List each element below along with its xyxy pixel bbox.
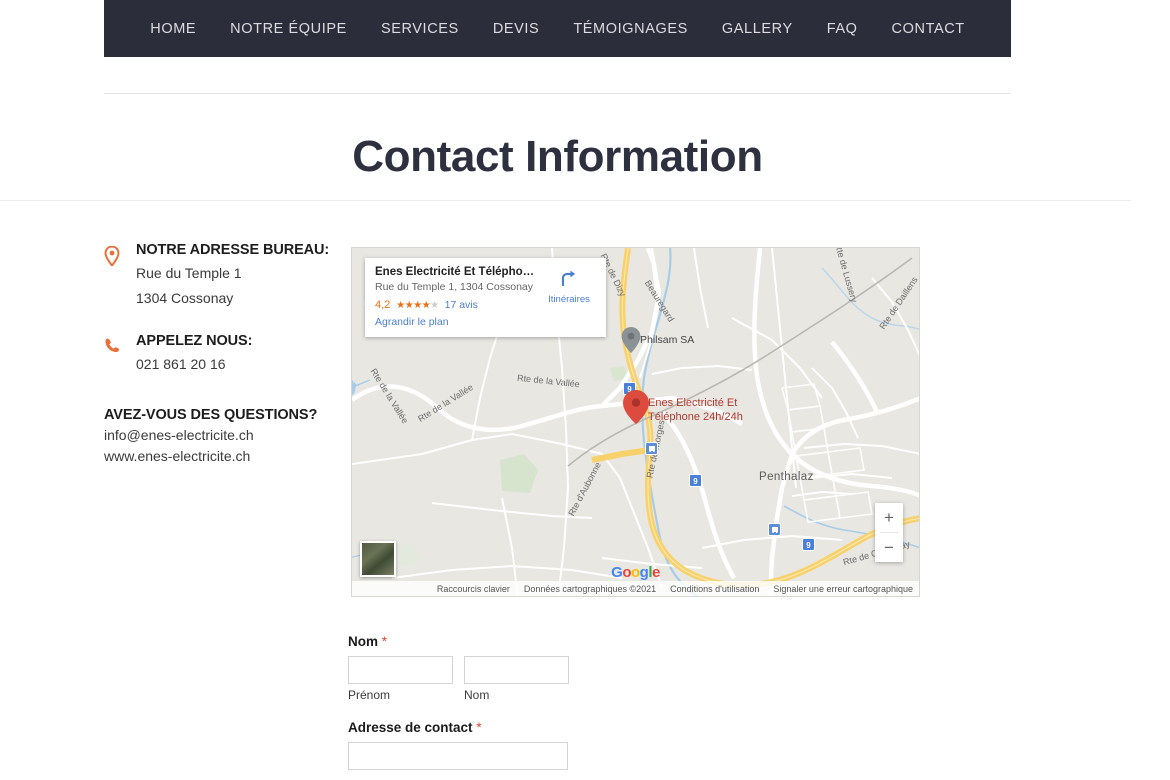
name-label: Nom *: [348, 634, 388, 649]
nav-item-gallery[interactable]: GALLERY: [705, 21, 810, 37]
directions-button[interactable]: Itinéraires: [540, 268, 598, 305]
map-marker-gray[interactable]: [621, 327, 641, 358]
contact-form: Nom * Prénom Nom Adresse de contact *: [348, 634, 908, 770]
questions-block: AVEZ-VOUS DES QUESTIONS? info@enes-elect…: [104, 408, 334, 467]
route-shield: 9: [689, 474, 702, 487]
google-logo: Google: [611, 564, 660, 581]
zoom-in-button[interactable]: +: [875, 503, 903, 532]
main-navigation: HOME NOTRE ÉQUIPE SERVICES DEVIS TÉMOIGN…: [104, 0, 1011, 57]
expand-map-link[interactable]: Agrandir le plan: [375, 316, 596, 328]
satellite-toggle-thumbnail[interactable]: [360, 541, 396, 577]
phone-heading: APPELEZ NOUS:: [136, 333, 253, 350]
contact-sidebar: NOTRE ADRESSE BUREAU: Rue du Temple 1 13…: [104, 243, 334, 485]
header-divider: [104, 93, 1011, 94]
questions-heading: AVEZ-VOUS DES QUESTIONS?: [104, 407, 318, 424]
route-shield: 9: [802, 538, 815, 551]
contact-address-label: Adresse de contact *: [348, 720, 482, 735]
transit-icon: [768, 523, 781, 536]
google-map[interactable]: Rte de la Vallée Rte de la Vallée Rte de…: [351, 247, 920, 597]
nav-item-services[interactable]: SERVICES: [364, 21, 476, 37]
map-data-credit: Données cartographiques ©2021: [523, 583, 657, 594]
nav-list: HOME NOTRE ÉQUIPE SERVICES DEVIS TÉMOIGN…: [133, 21, 982, 37]
rating-score: 4,2: [375, 299, 391, 311]
map-zoom-controls: + −: [875, 503, 903, 562]
review-count-link[interactable]: 17 avis: [445, 299, 478, 311]
last-name-input[interactable]: [464, 656, 569, 684]
page-title: Contact Information: [352, 132, 763, 181]
section-divider: [0, 200, 1131, 201]
required-marker: *: [381, 634, 388, 649]
map-attribution-bar: Raccourcis clavier Données cartographiqu…: [352, 581, 919, 596]
first-name-col: Prénom: [348, 656, 453, 702]
contact-address-col: [348, 742, 568, 770]
keyboard-shortcuts-link[interactable]: Raccourcis clavier: [437, 584, 510, 594]
first-name-sublabel: Prénom: [348, 688, 391, 702]
address-heading: NOTRE ADRESSE BUREAU:: [136, 242, 330, 258]
nav-item-notre-equipe[interactable]: NOTRE ÉQUIPE: [213, 21, 364, 37]
info-card-title: Enes Electricité Et Téléphone ...: [375, 266, 535, 278]
last-name-col: Nom: [464, 656, 569, 702]
address-line1: Rue du Temple 1: [136, 264, 242, 281]
location-pin-icon: [104, 246, 126, 268]
directions-label: Itinéraires: [548, 294, 590, 305]
contact-email[interactable]: info@enes-electricite.ch: [104, 425, 334, 446]
name-field-group: Nom * Prénom Nom: [348, 634, 908, 702]
nav-item-temoignages[interactable]: TÉMOIGNAGES: [556, 21, 705, 37]
last-name-sublabel: Nom: [464, 688, 490, 702]
contact-page: HOME NOTRE ÉQUIPE SERVICES DEVIS TÉMOIGN…: [0, 0, 1170, 780]
terms-of-use-link[interactable]: Conditions d'utilisation: [670, 584, 759, 594]
transit-icon: [645, 442, 658, 455]
contact-website[interactable]: www.enes-electricite.ch: [104, 446, 334, 467]
nav-item-contact[interactable]: CONTACT: [875, 21, 982, 37]
required-marker: *: [476, 720, 482, 735]
phone-number: 021 861 20 16: [136, 356, 226, 373]
directions-arrow-icon: [540, 268, 598, 293]
contact-address-input[interactable]: [348, 742, 568, 770]
phone-block: APPELEZ NOUS: 021 861 20 16: [104, 334, 334, 374]
contact-address-field-group: Adresse de contact *: [348, 720, 908, 770]
map-marker-label: Philsam SA: [640, 334, 695, 346]
nav-item-home[interactable]: HOME: [133, 21, 213, 37]
address-line2: 1304 Cossonay: [136, 290, 234, 307]
nav-item-faq[interactable]: FAQ: [810, 21, 875, 37]
map-marker-red-label: Enes Electricité Et Téléphone 24h/24h: [648, 397, 743, 423]
name-inputs-row: Prénom Nom: [348, 656, 908, 702]
address-block: NOTRE ADRESSE BUREAU: Rue du Temple 1 13…: [104, 243, 334, 308]
nav-item-devis[interactable]: DEVIS: [476, 21, 557, 37]
first-name-input[interactable]: [348, 656, 453, 684]
report-map-error-link[interactable]: Signaler une erreur cartographique: [773, 584, 913, 594]
map-place-label: Penthalaz: [759, 471, 814, 483]
zoom-out-button[interactable]: −: [875, 533, 903, 562]
phone-icon: [104, 337, 126, 359]
rating-stars-icon: ★★★★★: [396, 299, 439, 311]
map-marker-red[interactable]: [623, 390, 649, 429]
map-info-card[interactable]: Enes Electricité Et Téléphone ... Rue du…: [365, 258, 606, 337]
